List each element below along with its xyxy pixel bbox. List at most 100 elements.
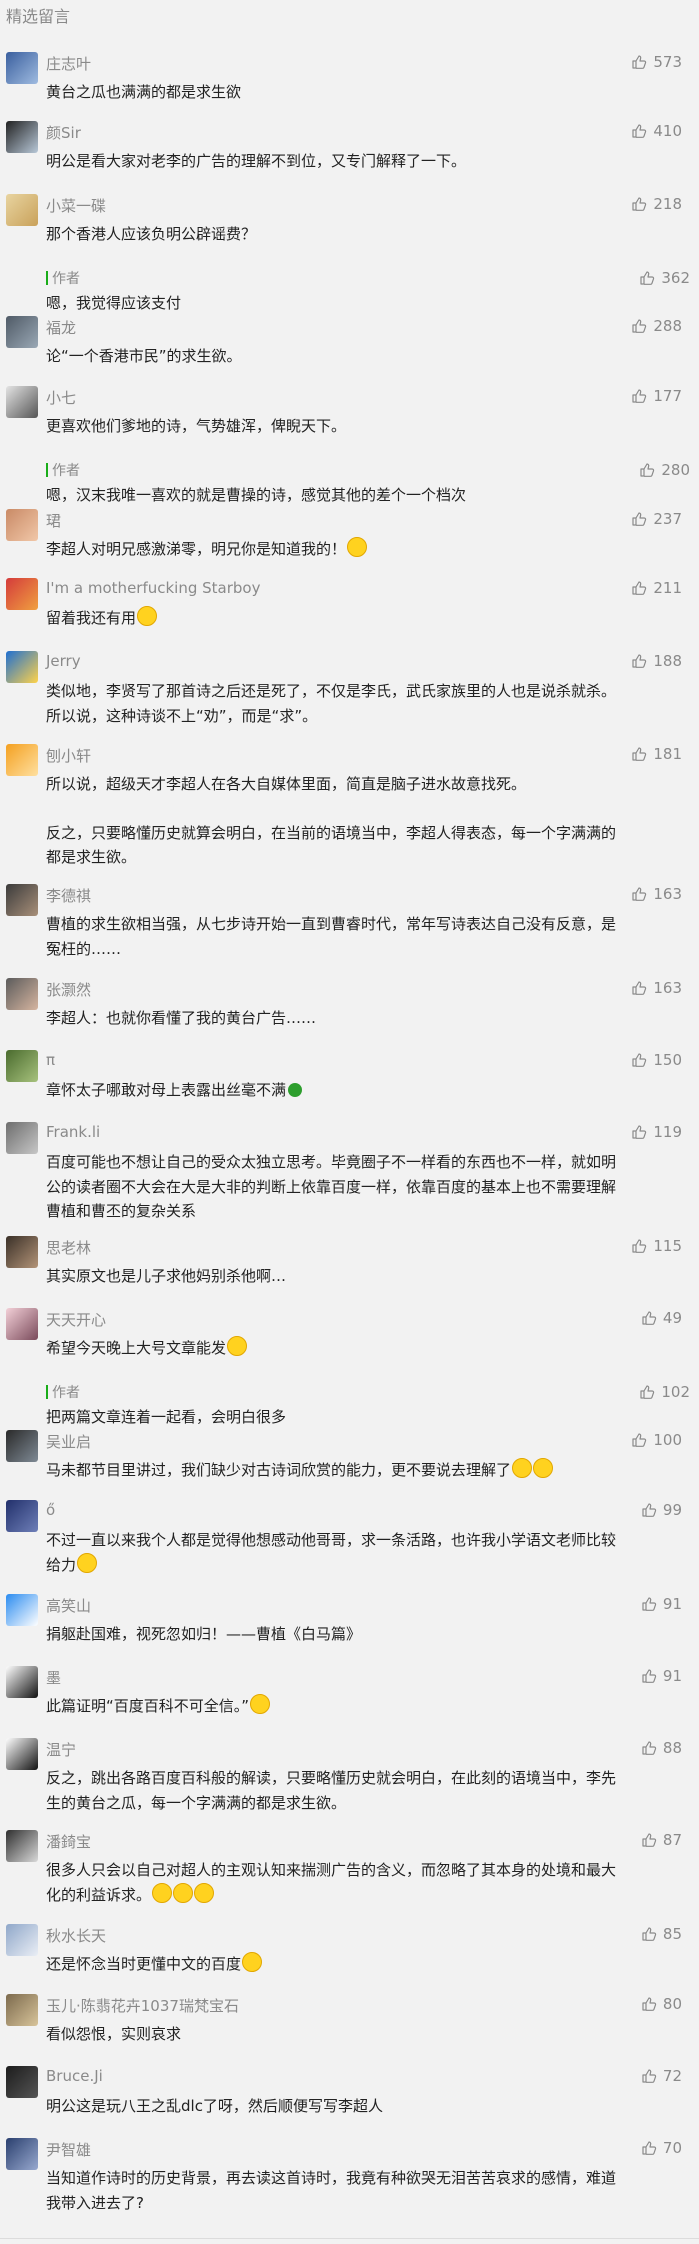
avatar[interactable]	[6, 744, 38, 776]
like-button[interactable]: 100	[631, 1431, 682, 1449]
author-name[interactable]: 高笑山	[46, 1595, 91, 1616]
like-count: 181	[653, 745, 682, 763]
avatar[interactable]	[6, 1430, 38, 1462]
author-name[interactable]: 颜Sir	[46, 122, 81, 143]
avatar[interactable]	[6, 1308, 38, 1340]
like-button[interactable]: 91	[641, 1667, 682, 1685]
avatar[interactable]	[6, 1738, 38, 1770]
author-name[interactable]: 玉儿·陈翡花卉1037瑞梵宝石	[46, 1995, 239, 2016]
author-name[interactable]: 庄志叶	[46, 53, 91, 74]
author-name[interactable]: I'm a motherfucking Starboy	[46, 579, 260, 597]
like-button[interactable]: 80	[641, 1995, 682, 2013]
like-button[interactable]: 115	[631, 1237, 682, 1255]
like-count: 99	[662, 1501, 682, 1519]
avatar[interactable]	[6, 121, 38, 153]
like-button[interactable]: 72	[641, 2067, 682, 2085]
avatar[interactable]	[6, 978, 38, 1010]
author-name[interactable]: Jerry	[46, 652, 81, 670]
like-button[interactable]: 280	[639, 461, 690, 479]
author-name[interactable]: 张灏然	[46, 979, 91, 1000]
like-button[interactable]: 218	[631, 195, 682, 213]
avatar[interactable]	[6, 1236, 38, 1268]
like-button[interactable]: 70	[641, 2139, 682, 2157]
thumbs-up-icon	[642, 2069, 657, 2083]
avatar[interactable]	[6, 1050, 38, 1082]
avatar[interactable]	[6, 1500, 38, 1532]
avatar[interactable]	[6, 1594, 38, 1626]
like-button[interactable]: 163	[631, 979, 682, 997]
avatar[interactable]	[6, 1122, 38, 1154]
avatar[interactable]	[6, 52, 38, 84]
avatar[interactable]	[6, 884, 38, 916]
avatar[interactable]	[6, 316, 38, 348]
author-name[interactable]: 思老林	[46, 1237, 91, 1258]
comment-text: 曹植的求生欲相当强，从七步诗开始一直到曹睿时代，常年写诗表达自己没有反意，是 冤枉…	[46, 912, 678, 961]
avatar[interactable]	[6, 1924, 38, 1956]
author-name[interactable]: Bruce.Ji	[46, 2067, 103, 2085]
author-name[interactable]: 墨	[46, 1667, 61, 1688]
author-name[interactable]: 福龙	[46, 317, 76, 338]
like-button[interactable]: 188	[631, 652, 682, 670]
like-button[interactable]: 237	[631, 510, 682, 528]
thumbs-up-icon	[632, 512, 647, 526]
avatar[interactable]	[6, 509, 38, 541]
avatar[interactable]	[6, 1666, 38, 1698]
author-name[interactable]: 小七	[46, 387, 76, 408]
like-button[interactable]: 211	[631, 579, 682, 597]
thumbs-up-icon	[632, 124, 647, 138]
comment-line: 所以说，这种诗谈不上“劝”，而是“求”。	[46, 706, 318, 725]
emoji-face	[533, 1458, 554, 1478]
author-name[interactable]: 李德祺	[46, 885, 91, 906]
comment-line: 反之，跳出各路百度百科般的解读，只要略懂历史就会明白，在此刻的语境当中，李先	[46, 1769, 617, 1787]
like-button[interactable]: 102	[639, 1383, 690, 1401]
like-button[interactable]: 177	[631, 387, 682, 405]
author-name[interactable]: π	[46, 1051, 55, 1069]
comment-line: 看似怨恨，实则哀求	[46, 2025, 182, 2043]
like-button[interactable]: 88	[641, 1739, 682, 1757]
comment-line: 李超人：也就你看懂了我的黄台广告……	[46, 1009, 317, 1027]
comment-text: 李超人对明兄感激涕零，明兄你是知道我的！	[46, 537, 678, 562]
like-count: 163	[653, 979, 682, 997]
like-button[interactable]: 573	[631, 53, 682, 71]
avatar[interactable]	[6, 651, 38, 683]
like-button[interactable]: 49	[641, 1309, 682, 1327]
author-name[interactable]: 温宁	[46, 1739, 76, 1760]
like-button[interactable]: 91	[641, 1595, 682, 1613]
like-button[interactable]: 87	[641, 1831, 682, 1849]
author-name[interactable]: 尹智雄	[46, 2139, 91, 2160]
author-name[interactable]: 珺	[46, 510, 61, 531]
like-button[interactable]: 85	[641, 1925, 682, 1943]
avatar[interactable]	[6, 386, 38, 418]
like-button[interactable]: 150	[631, 1051, 682, 1069]
emoji-face	[512, 1458, 533, 1478]
like-button[interactable]: 119	[631, 1123, 682, 1141]
avatar[interactable]	[6, 2138, 38, 2170]
like-button[interactable]: 410	[631, 122, 682, 140]
like-button[interactable]: 99	[641, 1501, 682, 1519]
like-button[interactable]: 163	[631, 885, 682, 903]
author-name[interactable]: 秋水长天	[46, 1925, 106, 1946]
avatar[interactable]	[6, 2066, 38, 2098]
avatar[interactable]	[6, 578, 38, 610]
author-name[interactable]: 吴业启	[46, 1431, 91, 1452]
avatar[interactable]	[6, 194, 38, 226]
thumbs-up-icon	[632, 1433, 647, 1447]
author-name[interactable]: Frank.li	[46, 1123, 100, 1141]
like-button[interactable]: 362	[639, 269, 690, 287]
comment-line: 此篇证明“百度百科不可全信。”	[46, 1694, 678, 1719]
avatar[interactable]	[6, 1830, 38, 1862]
author-name[interactable]: 天天开心	[46, 1309, 106, 1330]
like-count: 91	[662, 1595, 682, 1613]
like-count: 88	[662, 1739, 682, 1757]
author-name[interactable]: 刨小轩	[46, 745, 91, 766]
avatar[interactable]	[6, 1994, 38, 2026]
like-button[interactable]: 181	[631, 745, 682, 763]
like-count: 115	[653, 1237, 682, 1255]
comment-text: 所以说，超级天才李超人在各大自媒体里面，简直是脑子进水故意找死。 反之，只要略懂历…	[46, 772, 678, 870]
author-name[interactable]: 潘錡宝	[46, 1831, 91, 1852]
comment-line: 还是怀念当时更懂中文的百度	[46, 1952, 678, 1977]
author-name[interactable]: ő	[46, 1501, 55, 1519]
author-name[interactable]: 小菜一碟	[46, 195, 106, 216]
emoji-face	[227, 1336, 248, 1356]
like-button[interactable]: 288	[631, 317, 682, 335]
